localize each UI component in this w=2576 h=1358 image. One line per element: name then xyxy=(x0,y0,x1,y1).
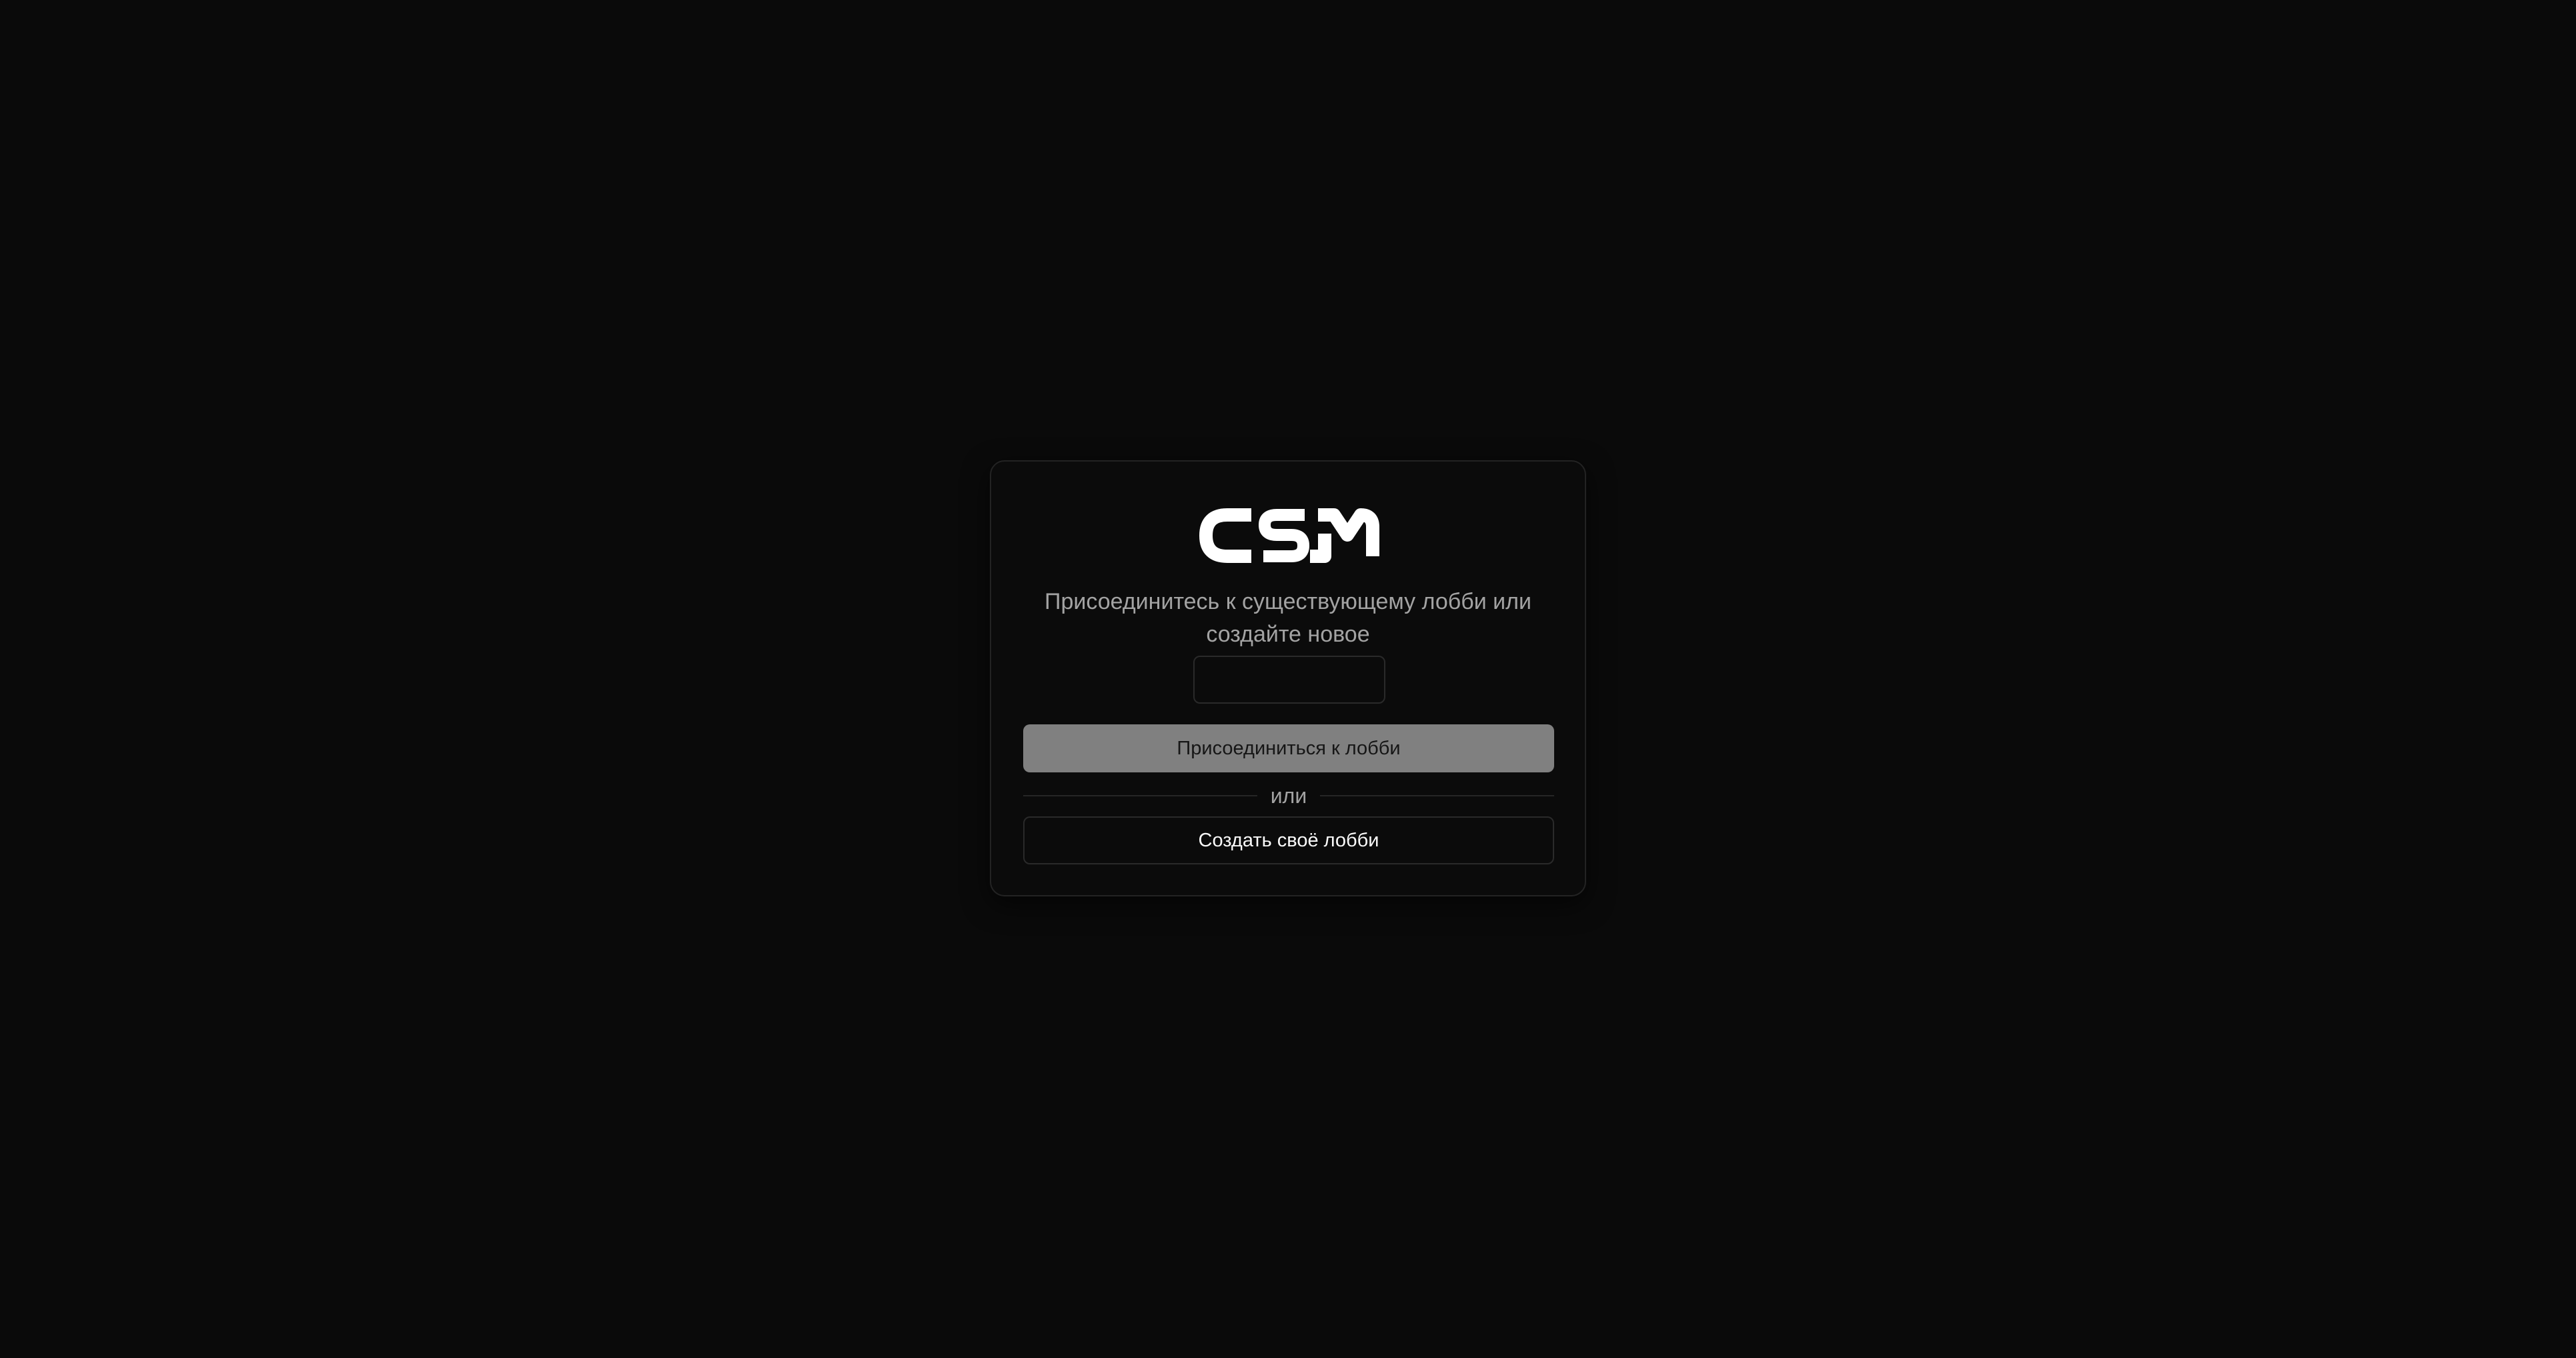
lobby-subtitle: Присоединитесь к существующему лобби или… xyxy=(1045,589,1531,647)
join-lobby-button[interactable]: Присоединиться к лобби xyxy=(1023,724,1554,772)
csm-logo-icon xyxy=(1199,508,1379,563)
divider-line-left xyxy=(1023,795,1257,796)
divider-text: или xyxy=(1270,783,1307,808)
code-digit-1[interactable] xyxy=(1195,657,1384,702)
divider-line-right xyxy=(1320,795,1555,796)
page: Присоединитесь к существующему лобби или… xyxy=(0,0,2576,1358)
or-divider: или xyxy=(1023,779,1555,812)
create-lobby-button[interactable]: Создать своё лобби xyxy=(1023,816,1554,864)
lobby-card: Присоединитесь к существующему лобби или… xyxy=(990,460,1586,896)
lobby-code-input xyxy=(1193,656,1385,704)
